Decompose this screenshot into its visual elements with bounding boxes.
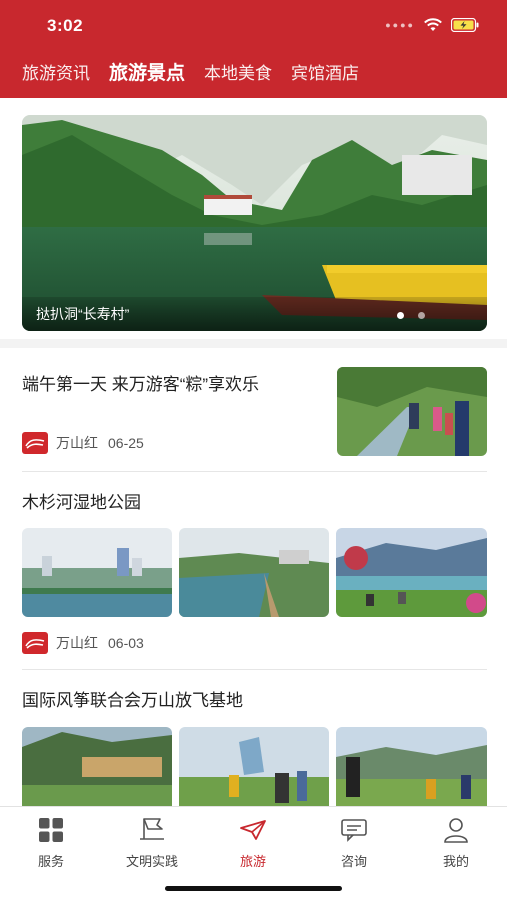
status-bar: 3:02 ●●●● (0, 0, 507, 52)
source-logo (22, 632, 48, 654)
nav-mine[interactable]: 我的 (421, 815, 491, 870)
news-thumbnail (337, 367, 487, 456)
tab-hotels[interactable]: 宾馆酒店 (291, 62, 359, 88)
news-item[interactable]: 端午第一天 来万游客“粽”享欢乐 万山红 06-25 (0, 348, 507, 471)
flag-icon (117, 815, 187, 845)
banner-pagination (397, 312, 425, 319)
news-title: 端午第一天 来万游客“粽”享欢乐 (22, 375, 260, 394)
news-source: 万山红 (56, 635, 98, 651)
news-date: 06-03 (108, 635, 144, 651)
banner-dot-1[interactable] (397, 312, 404, 319)
status-time: 3:02 (47, 16, 84, 35)
news-thumbnail (22, 528, 172, 617)
news-date: 06-25 (108, 435, 144, 451)
wifi-icon (423, 18, 443, 32)
news-thumbnail (22, 727, 172, 806)
status-icons: ●●●● (385, 18, 479, 32)
user-icon (421, 815, 491, 845)
grid-icon (16, 815, 86, 845)
news-thumbnail (336, 727, 487, 806)
chat-icon (319, 815, 389, 845)
news-thumbnail (179, 528, 329, 617)
nav-travel-label: 旅游 (239, 854, 266, 869)
tab-scenic-spots[interactable]: 旅游景点 (109, 62, 185, 88)
news-meta: 万山红 06-25 (22, 432, 144, 454)
nav-consult-label: 咨询 (340, 854, 367, 869)
news-item[interactable]: 木杉河湿地公园 万山红 06-03 (0, 472, 507, 668)
nav-consult[interactable]: 咨询 (319, 815, 389, 870)
source-logo (22, 432, 48, 454)
tab-local-food[interactable]: 本地美食 (204, 62, 272, 88)
nav-civic-practice[interactable]: 文明实践 (117, 815, 187, 870)
category-tabs: 旅游资讯 旅游景点 本地美食 宾馆酒店 (22, 62, 378, 88)
news-thumbnail (179, 727, 329, 806)
app-header: 3:02 ●●●● 旅游资讯 旅游景点 本地美食 宾馆酒店 (0, 0, 507, 98)
section-separator (0, 339, 507, 348)
news-title: 木杉河湿地公园 (22, 493, 141, 512)
news-title: 国际风筝联合会万山放飞基地 (22, 691, 243, 710)
nav-travel[interactable]: 旅游 (218, 815, 288, 870)
news-meta: 万山红 06-03 (22, 632, 144, 654)
tab-travel-news[interactable]: 旅游资讯 (22, 62, 90, 88)
news-source: 万山红 (56, 435, 98, 451)
nav-civic-practice-label: 文明实践 (125, 854, 178, 869)
nav-service-label: 服务 (37, 854, 64, 869)
signal-icon: ●●●● (385, 20, 415, 30)
home-indicator[interactable] (165, 886, 342, 891)
news-thumbnail (336, 528, 487, 617)
banner-caption: 挞扒洞“长寿村” (36, 306, 130, 322)
nav-mine-label: 我的 (442, 854, 469, 869)
paper-plane-icon (218, 815, 288, 845)
nav-service[interactable]: 服务 (16, 815, 86, 870)
news-item[interactable]: 国际风筝联合会万山放飞基地 (0, 670, 507, 806)
battery-icon (451, 18, 479, 32)
banner-carousel[interactable]: 挞扒洞“长寿村” (22, 115, 487, 331)
banner-caption-bar: 挞扒洞“长寿村” (22, 297, 487, 331)
banner-dot-2[interactable] (418, 312, 425, 319)
